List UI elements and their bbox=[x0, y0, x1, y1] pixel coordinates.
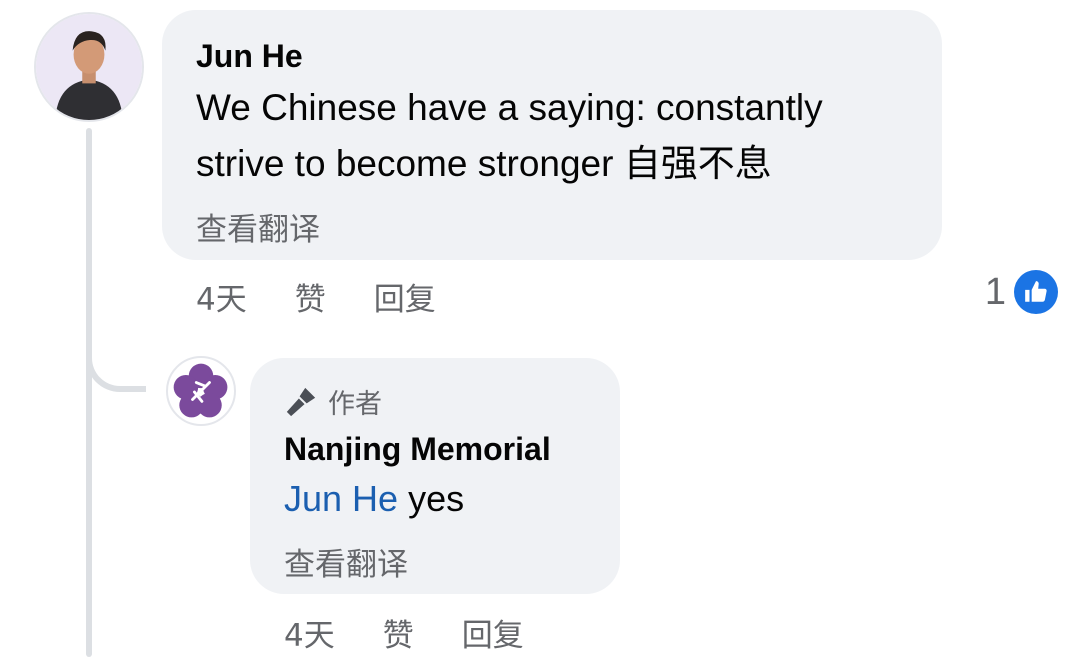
microphone-icon bbox=[286, 387, 316, 416]
see-translation-link-reply[interactable]: 查看翻译 bbox=[284, 539, 586, 584]
reply-like-button[interactable]: 赞 bbox=[383, 610, 414, 655]
avatar[interactable] bbox=[34, 12, 144, 122]
purple-flower-logo-icon bbox=[173, 363, 228, 418]
mention-link[interactable]: Jun He bbox=[284, 478, 398, 519]
comment-author[interactable]: Jun He bbox=[196, 36, 908, 76]
reply-button[interactable]: 回复 bbox=[374, 274, 436, 319]
thumbs-up-icon bbox=[1014, 270, 1058, 314]
author-badge: 作者 bbox=[284, 382, 586, 421]
comment-text-line-2: strive to become stronger 自强不息 bbox=[196, 143, 772, 184]
reply-timestamp[interactable]: 4天 bbox=[284, 610, 335, 655]
reply-text: Jun He yes bbox=[284, 471, 586, 527]
see-translation-link[interactable]: 查看翻译 bbox=[196, 204, 908, 249]
author-badge-label: 作者 bbox=[328, 389, 382, 420]
reply-message: yes bbox=[408, 478, 465, 519]
comment-text: We Chinese have a saying: constantly str… bbox=[196, 80, 908, 192]
comment-actions: 4天 赞 回复 bbox=[196, 274, 484, 319]
comment-bubble: Jun He We Chinese have a saying: constan… bbox=[162, 10, 942, 260]
thread-connector bbox=[86, 300, 146, 392]
comment-text-line-1: We Chinese have a saying: constantly bbox=[196, 87, 823, 128]
page-avatar[interactable] bbox=[166, 356, 236, 426]
comment-timestamp[interactable]: 4天 bbox=[196, 274, 247, 319]
reply-bubble: 作者 Nanjing Memorial Jun He yes 查看翻译 bbox=[250, 358, 620, 594]
reaction-count: 1 bbox=[984, 270, 1006, 313]
reaction-summary[interactable]: 1 bbox=[985, 270, 1058, 314]
reply-reply-button[interactable]: 回复 bbox=[462, 610, 524, 655]
person-avatar-icon bbox=[36, 14, 142, 120]
reply-author[interactable]: Nanjing Memorial bbox=[284, 427, 586, 471]
thread-line bbox=[86, 128, 92, 657]
like-button[interactable]: 赞 bbox=[295, 274, 326, 319]
reply-actions: 4天 赞 回复 bbox=[284, 610, 572, 655]
